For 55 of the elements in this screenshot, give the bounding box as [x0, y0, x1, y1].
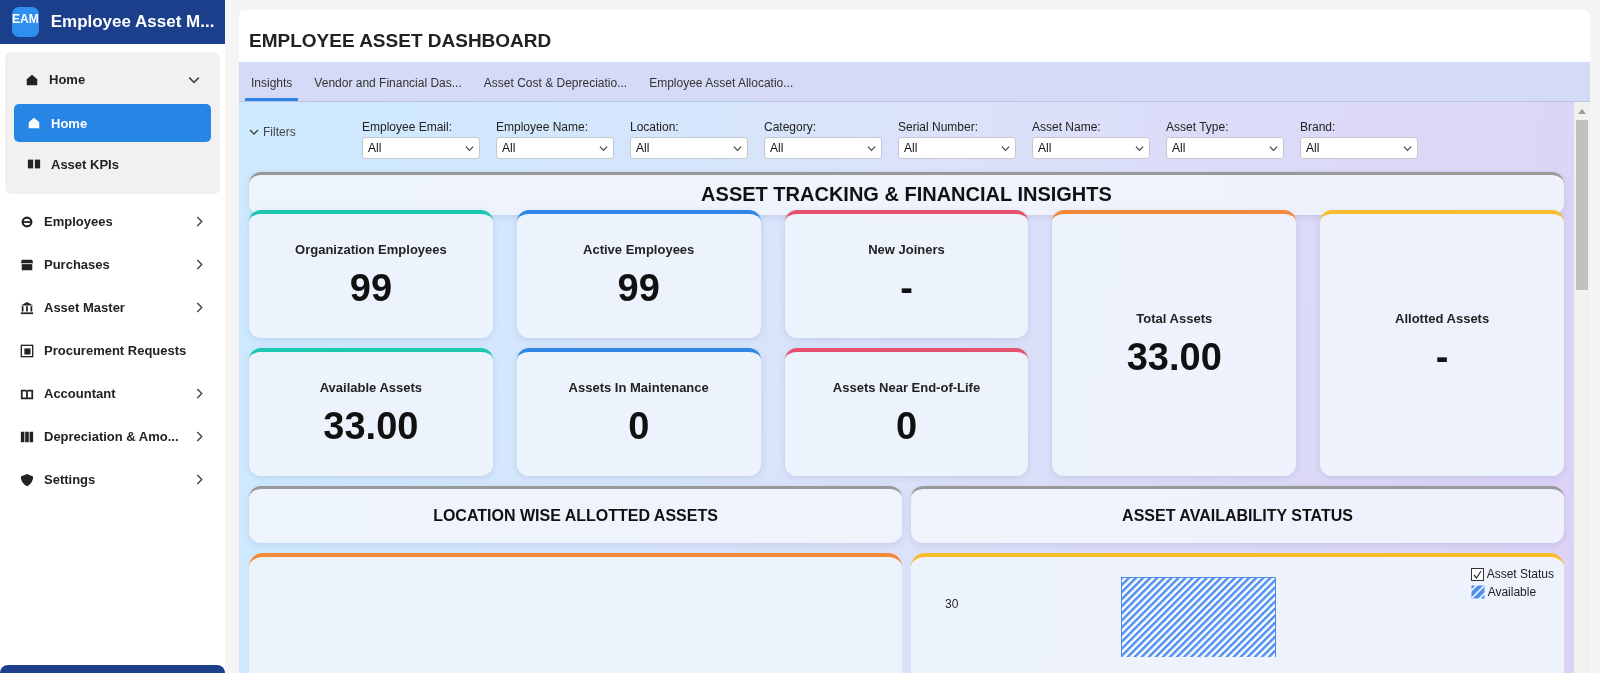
sidebar-subitem[interactable]: Home: [14, 104, 211, 142]
kpi-value: 99: [617, 267, 660, 310]
kpi-value: 33.00: [1126, 336, 1222, 379]
page-title: EMPLOYEE ASSET DASHBOARD: [248, 29, 553, 53]
sidebar-item[interactable]: Depreciation & Amo...: [0, 415, 225, 458]
kpi-value: 0: [895, 405, 918, 448]
sidebar-item[interactable]: Purchases: [0, 243, 225, 286]
filter-label: Employee Name:: [496, 120, 590, 134]
filter-label: Brand:: [1300, 120, 1337, 134]
kpi-label: Available Assets: [319, 380, 423, 395]
kpi-label: Assets In Maintenance: [568, 380, 709, 395]
filter-label: Location:: [630, 120, 680, 134]
kpi-value: 33.00: [323, 405, 419, 448]
select-field[interactable]: All: [898, 137, 1016, 159]
filters-toggle[interactable]: Filters: [249, 120, 362, 139]
kpi-value: -: [900, 267, 913, 310]
sidebar-item[interactable]: Home: [5, 58, 220, 101]
select-field[interactable]: All: [1032, 137, 1150, 159]
sidebar-item[interactable]: Asset Master: [0, 286, 225, 329]
tab[interactable]: Vendor and Financial Das...: [308, 76, 468, 101]
select-field[interactable]: All: [1166, 137, 1284, 159]
kpi-value: 99: [349, 267, 393, 310]
kpi-label: Total Assets: [1136, 311, 1213, 326]
filter-label: Asset Name:: [1032, 120, 1102, 134]
axis-tick-label: 30: [945, 597, 959, 611]
filter-label: Asset Type:: [1166, 120, 1230, 134]
sidebar-item[interactable]: Procurement Requests: [0, 329, 225, 372]
select-field[interactable]: All: [1300, 137, 1418, 159]
kpi-label: Organization Employees: [295, 242, 447, 257]
sidebar-item[interactable]: Accountant: [0, 372, 225, 415]
legend-toggle[interactable]: Asset Status: [1470, 567, 1554, 581]
kpi-label: New Joiners: [868, 242, 945, 257]
app-title: Employee Asset M...: [50, 12, 215, 32]
section-header: ASSET AVAILABILITY STATUS: [911, 486, 1564, 543]
sidebar-item[interactable]: Employees: [0, 200, 225, 243]
kpi-label: Assets Near End-of-Life: [832, 380, 981, 395]
tab[interactable]: Asset Cost & Depreciatio...: [477, 76, 634, 101]
select-field[interactable]: All: [496, 137, 614, 159]
select-field[interactable]: All: [362, 137, 480, 159]
kpi-label: Allotted Assets: [1395, 311, 1490, 326]
filter-label: Employee Email:: [362, 120, 454, 134]
filter-label: Serial Number:: [898, 120, 980, 134]
kpi-value: -: [1435, 336, 1449, 379]
kpi-value: 0: [628, 405, 650, 448]
filter-label: Category:: [764, 120, 818, 134]
kpi-label: Active Employees: [583, 242, 695, 257]
tab[interactable]: Employee Asset Allocatio...: [643, 76, 800, 101]
select-field[interactable]: All: [630, 137, 748, 159]
sidebar-item[interactable]: Settings: [0, 458, 225, 501]
section-header: ASSET TRACKING & FINANCIAL INSIGHTS: [249, 171, 1564, 215]
select-field[interactable]: All: [764, 137, 882, 159]
legend-label: Available: [1487, 585, 1537, 599]
section-header: LOCATION WISE ALLOTTED ASSETS: [249, 486, 902, 543]
app-logo: EAM: [12, 7, 39, 37]
sidebar-subitem[interactable]: Asset KPIs: [14, 145, 211, 183]
